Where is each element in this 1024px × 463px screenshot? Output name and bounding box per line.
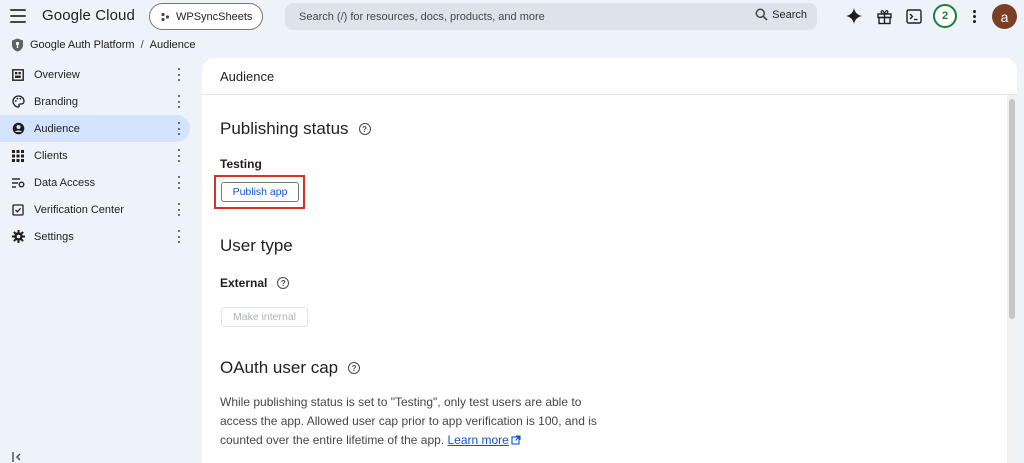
search-button-label: Search <box>772 8 807 21</box>
search-button[interactable]: Search <box>755 8 807 21</box>
sidebar-item-label: Overview <box>34 68 80 81</box>
gemini-sparkle-icon[interactable] <box>844 6 864 26</box>
grid-icon <box>11 149 25 163</box>
help-icon[interactable]: ? <box>358 123 371 135</box>
learn-more-link[interactable]: Learn more <box>447 433 508 447</box>
sidebar-item-label: Settings <box>34 230 74 243</box>
kebab-menu-icon[interactable] <box>176 203 182 216</box>
publish-app-button[interactable]: Publish app <box>221 182 299 202</box>
sidebar-item-label: Data Access <box>34 176 96 189</box>
sidebar-item-verification-center[interactable]: Verification Center <box>0 196 190 223</box>
sidebar-item-label: Verification Center <box>34 203 124 216</box>
make-internal-button: Make internal <box>221 307 308 327</box>
page-title: Audience <box>202 58 1017 95</box>
sidebar-item-audience[interactable]: Audience <box>0 115 190 142</box>
project-icon <box>161 12 170 21</box>
gift-icon[interactable] <box>874 6 894 26</box>
scrollbar-thumb[interactable] <box>1009 99 1015 319</box>
breadcrumb-product[interactable]: Google Auth Platform <box>30 39 135 51</box>
data-access-icon <box>11 176 25 190</box>
kebab-menu-icon[interactable] <box>176 230 182 243</box>
kebab-menu-icon[interactable] <box>176 149 182 162</box>
person-icon <box>11 122 25 136</box>
sidebar: Overview Branding Audience Clients Data … <box>0 61 190 250</box>
oauth-description-text: While publishing status is set to "Testi… <box>220 395 597 447</box>
palette-icon <box>11 95 25 109</box>
verification-icon <box>11 203 25 217</box>
sidebar-item-clients[interactable]: Clients <box>0 142 190 169</box>
sidebar-item-branding[interactable]: Branding <box>0 88 190 115</box>
kebab-menu-icon[interactable] <box>176 68 182 81</box>
search-placeholder: Search (/) for resources, docs, products… <box>299 10 545 23</box>
brand-logo[interactable]: Google Cloud <box>42 7 135 24</box>
dashboard-icon <box>11 68 25 82</box>
sidebar-item-label: Branding <box>34 95 79 108</box>
project-picker-button[interactable]: WPSyncSheets <box>149 3 263 30</box>
breadcrumb-current: Audience <box>149 39 196 51</box>
main-menu-icon[interactable] <box>10 9 26 23</box>
oauth-user-cap-heading: OAuth user cap ? <box>220 358 361 378</box>
project-name: WPSyncSheets <box>176 10 253 23</box>
search-icon <box>755 8 768 21</box>
gear-icon <box>11 230 25 244</box>
shield-icon <box>12 38 23 52</box>
breadcrumb: Google Auth Platform / Audience <box>11 37 196 53</box>
more-options-icon[interactable] <box>964 6 984 26</box>
collapse-sidebar-icon[interactable] <box>12 452 26 462</box>
publishing-status-title: Publishing status <box>220 119 349 138</box>
main-panel: Audience Publishing status ? Testing Pub… <box>202 58 1017 463</box>
external-link-icon <box>511 435 521 445</box>
cloud-shell-icon[interactable] <box>904 6 924 26</box>
publishing-status-heading: Publishing status ? <box>220 119 371 139</box>
breadcrumb-separator: / <box>140 39 144 51</box>
notifications-badge[interactable]: 2 <box>933 4 957 28</box>
kebab-menu-icon[interactable] <box>176 176 182 189</box>
oauth-user-cap-title: OAuth user cap <box>220 358 339 377</box>
help-icon[interactable]: ? <box>277 277 290 289</box>
top-bar: Google Cloud WPSyncSheets Search (/) for… <box>0 0 1024 34</box>
user-type-value: External <box>220 276 268 290</box>
sidebar-item-data-access[interactable]: Data Access <box>0 169 190 196</box>
kebab-menu-icon[interactable] <box>176 95 182 108</box>
kebab-menu-icon[interactable] <box>176 122 182 135</box>
sidebar-item-settings[interactable]: Settings <box>0 223 190 250</box>
sidebar-item-label: Clients <box>34 149 68 162</box>
avatar[interactable]: a <box>992 4 1017 29</box>
user-type-row: External ? <box>220 276 290 290</box>
scrollbar[interactable] <box>1007 95 1017 463</box>
oauth-user-cap-description: While publishing status is set to "Testi… <box>220 393 610 450</box>
publishing-status-value: Testing <box>220 157 262 171</box>
sidebar-item-label: Audience <box>34 122 80 135</box>
help-icon[interactable]: ? <box>348 362 361 374</box>
user-type-heading: User type <box>220 236 293 256</box>
search-input[interactable]: Search (/) for resources, docs, products… <box>285 3 817 30</box>
sidebar-item-overview[interactable]: Overview <box>0 61 190 88</box>
user-type-title: User type <box>220 236 293 255</box>
